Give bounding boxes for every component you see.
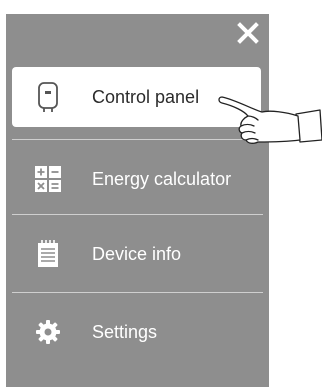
gear-icon: [34, 317, 62, 347]
menu-item-energy-calculator[interactable]: Energy calculator: [6, 149, 269, 209]
menu-item-label: Settings: [92, 321, 158, 342]
pointing-hand-icon: [214, 96, 323, 151]
divider: [12, 214, 263, 215]
menu-item-label: Control panel: [92, 86, 200, 107]
menu-item-settings[interactable]: Settings: [6, 302, 269, 362]
calculator-icon: [34, 164, 62, 194]
water-heater-icon: [34, 82, 62, 112]
side-menu: Control panel Energy calculator Device i…: [6, 14, 269, 387]
document-icon: [34, 239, 62, 269]
menu-item-label: Energy calculator: [92, 168, 232, 189]
menu-item-device-info[interactable]: Device info: [6, 224, 269, 284]
divider: [12, 292, 263, 293]
close-icon[interactable]: [237, 22, 259, 44]
menu-item-label: Device info: [92, 243, 182, 264]
